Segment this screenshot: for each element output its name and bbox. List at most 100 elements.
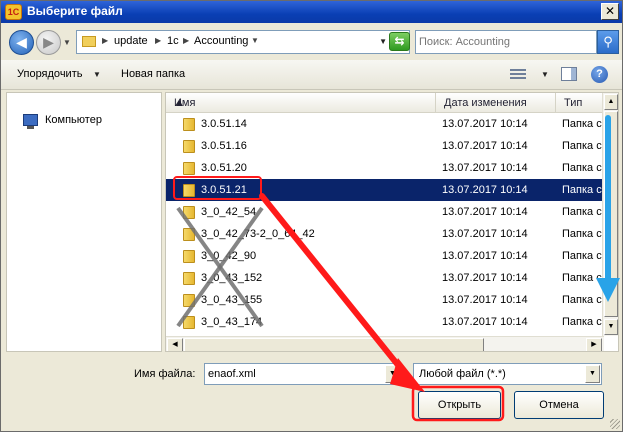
column-header-date[interactable]: Дата изменения — [436, 93, 556, 113]
file-date-cell: 13.07.2017 10:14 — [442, 140, 528, 152]
file-date-cell: 13.07.2017 10:14 — [442, 162, 528, 174]
scroll-thumb[interactable] — [184, 338, 484, 351]
chevron-down-icon[interactable]: ▼ — [93, 70, 101, 79]
close-button[interactable]: ✕ — [601, 3, 619, 20]
column-header-label: Дата изменения — [444, 97, 527, 109]
file-date-cell: 13.07.2017 10:14 — [442, 250, 528, 262]
open-button[interactable]: Открыть — [418, 391, 501, 419]
file-date-cell: 13.07.2017 10:14 — [442, 228, 528, 240]
new-folder-button[interactable]: Новая папка — [121, 68, 185, 80]
file-name-cell: 3_0_43_155 — [201, 294, 263, 306]
column-header-type[interactable]: Тип — [556, 93, 604, 113]
file-name-cell: 3_0_43_174 — [201, 316, 263, 328]
table-row[interactable]: 3_0_42_73-2_0_64_42 13.07.2017 10:14 Папка… — [166, 223, 614, 245]
cancel-button[interactable]: Отмена — [514, 391, 604, 419]
scroll-down-icon[interactable]: ▼ — [604, 319, 618, 335]
resize-grip[interactable] — [610, 419, 620, 429]
column-header-label: Тип — [564, 97, 583, 109]
table-row[interactable]: 3.0.51.21 13.07.2017 10:14 Папка с ф — [166, 179, 614, 201]
scroll-left-icon[interactable]: ◀ — [167, 338, 183, 351]
table-row[interactable]: 3_0_43_174 13.07.2017 10:14 Папка с ф — [166, 311, 614, 333]
toolbar: Упорядочить ▼ Новая папка ▼ ? — [1, 60, 622, 90]
table-row[interactable]: 3_0_42_54 13.07.2017 10:14 Папка с ф — [166, 201, 614, 223]
address-row: ◀ ▶ ▼ ▶ update ▶ 1c ▶ Accounting ▼ ▼ ⇆ ⚲ — [1, 23, 622, 60]
table-row[interactable]: 3_0_43_155 13.07.2017 10:14 Папка с ф — [166, 289, 614, 311]
chevron-down-icon[interactable]: ▼ — [585, 365, 600, 383]
crumb-separator-icon[interactable]: ▼ — [251, 36, 259, 45]
vertical-scrollbar[interactable]: ▲ ▼ — [602, 93, 618, 336]
file-date-cell: 13.07.2017 10:14 — [442, 294, 528, 306]
scroll-right-icon[interactable]: ▶ — [586, 338, 602, 351]
horizontal-scrollbar[interactable]: ◀ ▶ — [166, 336, 604, 351]
view-options-icon[interactable] — [510, 67, 526, 81]
folder-icon — [183, 206, 195, 219]
table-row[interactable]: 3_0_43_152 13.07.2017 10:14 Папка с ф — [166, 267, 614, 289]
table-row[interactable]: 3_0_42_90 13.07.2017 10:14 Папка с ф — [166, 245, 614, 267]
help-icon[interactable]: ? — [591, 66, 608, 83]
file-name-cell: 3.0.51.14 — [201, 118, 247, 130]
history-dropdown-icon[interactable]: ▼ — [63, 38, 71, 47]
folder-icon — [183, 294, 195, 307]
search-input[interactable] — [419, 32, 594, 52]
preview-pane-icon[interactable] — [561, 67, 577, 81]
search-field[interactable] — [415, 30, 597, 54]
file-name-cell: 3_0_43_152 — [201, 272, 263, 284]
chevron-down-icon[interactable]: ▼ — [385, 365, 400, 383]
file-name-cell: 3_0_42_73-2_0_64_42 — [201, 228, 315, 240]
folder-icon — [183, 228, 195, 241]
filename-input[interactable] — [208, 365, 386, 383]
forward-button[interactable]: ▶ — [36, 30, 61, 55]
title-bar[interactable]: 1С Выберите файл ✕ — [1, 1, 622, 23]
folder-icon — [183, 184, 195, 197]
breadcrumb-accounting[interactable]: Accounting — [194, 35, 248, 47]
scroll-thumb[interactable] — [604, 111, 618, 317]
organize-button[interactable]: Упорядочить — [17, 68, 82, 80]
file-name-cell: 3_0_42_54 — [201, 206, 257, 218]
crumb-separator-icon[interactable]: ▶ — [155, 36, 161, 45]
table-row[interactable]: 3.0.51.16 13.07.2017 10:14 Папка с ф — [166, 135, 614, 157]
sort-ascending-icon: ▲ — [174, 97, 185, 109]
sidebar-item-label: Компьютер — [45, 114, 102, 126]
file-date-cell: 13.07.2017 10:14 — [442, 184, 528, 196]
file-name-cell: 3.0.51.16 — [201, 140, 247, 152]
file-name-cell: 3.0.51.20 — [201, 162, 247, 174]
window-title: Выберите файл — [27, 4, 123, 18]
filename-label: Имя файла: — [134, 368, 196, 380]
file-list: Имя ▲ Дата изменения Тип 3.0.51.14 13.07.… — [165, 92, 619, 352]
file-name-cell: 3_0_42_90 — [201, 250, 257, 262]
folder-icon — [82, 36, 96, 47]
chevron-down-icon[interactable]: ▼ — [541, 70, 549, 79]
scroll-up-icon[interactable]: ▲ — [604, 94, 618, 110]
folder-icon — [183, 140, 195, 153]
crumb-separator-icon[interactable]: ▶ — [183, 36, 189, 45]
computer-icon — [23, 114, 38, 129]
file-dialog-window: 1С Выберите файл ✕ ◀ ▶ ▼ ▶ update ▶ 1c ▶… — [0, 0, 623, 432]
filetype-value: Любой файл (*.*) — [419, 368, 506, 380]
search-icon[interactable]: ⚲ — [597, 30, 619, 54]
file-name-cell: 3.0.51.21 — [201, 184, 247, 196]
file-date-cell: 13.07.2017 10:14 — [442, 118, 528, 130]
filename-combobox[interactable]: ▼ — [204, 363, 402, 385]
table-row[interactable]: 3.0.51.20 13.07.2017 10:14 Папка с ф — [166, 157, 614, 179]
navigation-pane: Компьютер — [6, 92, 162, 352]
app-1c-icon: 1С — [5, 4, 22, 20]
breadcrumb-1c[interactable]: 1c — [167, 35, 179, 47]
folder-icon — [183, 250, 195, 263]
address-dropdown-icon[interactable]: ▼ — [379, 37, 387, 46]
file-date-cell: 13.07.2017 10:14 — [442, 206, 528, 218]
folder-icon — [183, 272, 195, 285]
breadcrumb-update[interactable]: update — [114, 35, 148, 47]
address-bar[interactable]: ▶ update ▶ 1c ▶ Accounting ▼ ▼ — [76, 30, 410, 54]
file-rows: 3.0.51.14 13.07.2017 10:14 Папка с ф 3.0.51… — [166, 113, 614, 333]
folder-icon — [183, 316, 195, 329]
crumb-separator-icon[interactable]: ▶ — [102, 36, 108, 45]
folder-icon — [183, 162, 195, 175]
file-date-cell: 13.07.2017 10:14 — [442, 272, 528, 284]
back-button[interactable]: ◀ — [9, 30, 34, 55]
column-header-name[interactable]: Имя ▲ — [166, 93, 436, 113]
file-date-cell: 13.07.2017 10:14 — [442, 316, 528, 328]
filetype-select[interactable]: Любой файл (*.*) ▼ — [413, 363, 602, 385]
folder-icon — [183, 118, 195, 131]
table-row[interactable]: 3.0.51.14 13.07.2017 10:14 Папка с ф — [166, 113, 614, 135]
refresh-button[interactable]: ⇆ — [389, 32, 410, 51]
